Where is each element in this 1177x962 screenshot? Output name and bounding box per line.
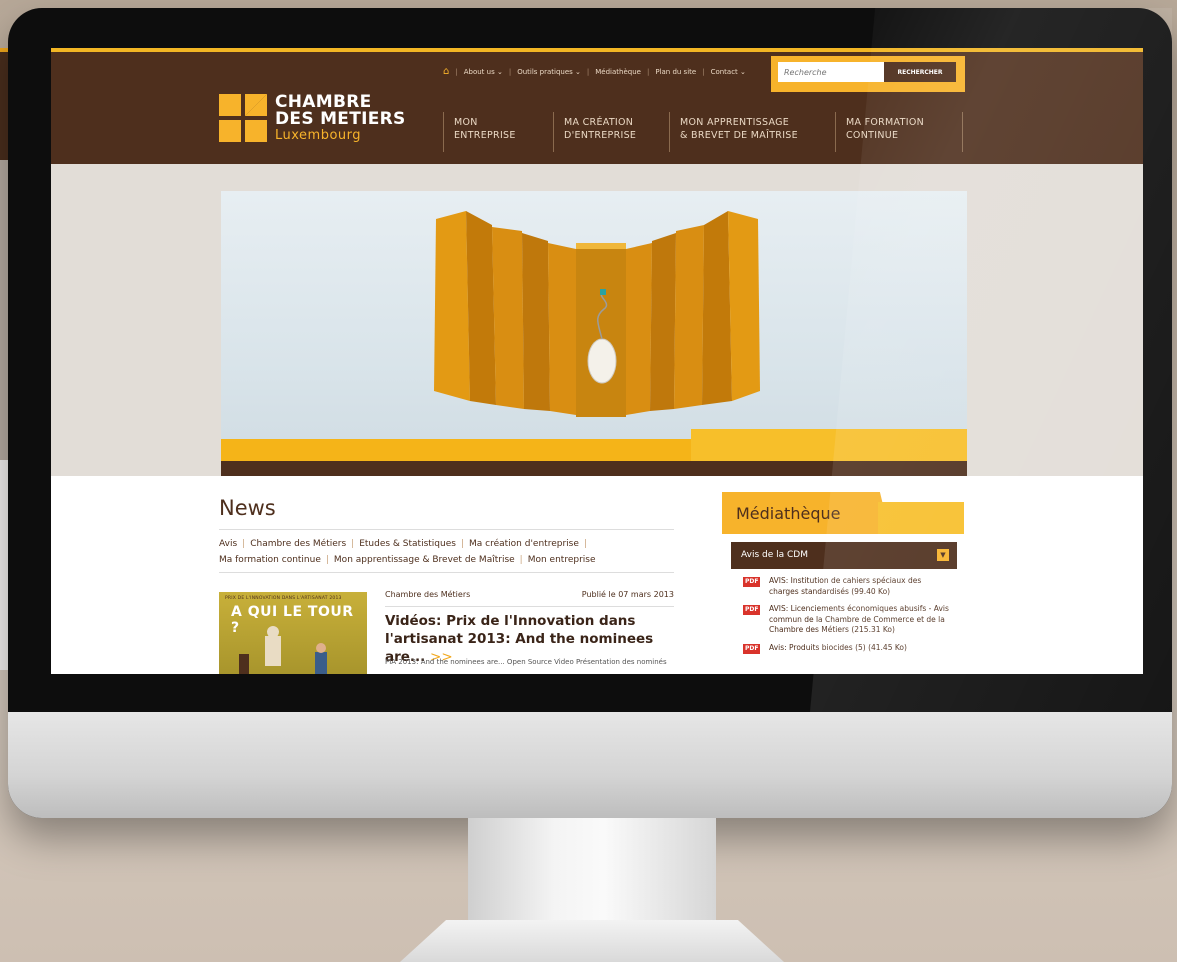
toolbox-illustration: [434, 211, 760, 417]
nav-mon-entreprise[interactable]: MON ENTREPRISE: [443, 112, 553, 152]
pdf-list: PDF AVIS: Institution de cahiers spéciau…: [743, 576, 953, 660]
pdf-icon: PDF: [743, 643, 761, 654]
tag-ma-creation[interactable]: Ma création d'entreprise: [469, 539, 579, 549]
tag-chambre-des-metiers[interactable]: Chambre des Métiers: [250, 539, 346, 549]
chevron-down-icon: ⌄: [575, 67, 581, 76]
news-category-tags: Avis | Chambre des Métiers | Etudes & Statis…: [219, 536, 679, 568]
nav-label-line1: MA CRÉATION: [564, 117, 634, 128]
separator: |: [646, 67, 650, 76]
divider: [219, 529, 674, 530]
mediatheque-heading: Médiathèque: [736, 504, 841, 523]
logo-mark-icon: [219, 94, 267, 142]
home-icon[interactable]: ⌂: [443, 66, 449, 77]
tag-row-1: Avis | Chambre des Métiers | Etudes & Statis…: [219, 536, 679, 552]
logo-line-3: Luxembourg: [275, 128, 362, 143]
logo-text: CHAMBRE DES METIERS Luxembourg: [275, 94, 406, 144]
hero-brown-bar: [221, 461, 967, 477]
nav-label-line2: CONTINUE: [846, 130, 899, 141]
search-input[interactable]: [778, 62, 884, 82]
util-outils-pratiques[interactable]: Outils pratiques ⌄: [517, 68, 581, 76]
chevron-down-icon: ⌄: [740, 67, 746, 76]
util-contact-label: Contact: [710, 67, 738, 76]
nav-label-line2: & BREVET DE MAÎTRISE: [680, 130, 798, 141]
separator: |: [586, 67, 590, 76]
util-outils-label: Outils pratiques: [517, 67, 573, 76]
separator: |: [351, 539, 355, 549]
nav-label-line1: MA FORMATION: [846, 117, 925, 128]
nav-mon-apprentissage[interactable]: MON APPRENTISSAGE & BREVET DE MAÎTRISE: [669, 112, 835, 152]
site-header: CHAMBRE DES METIERS Luxembourg ⌂ | About…: [51, 52, 1143, 164]
hero-banner[interactable]: [221, 191, 967, 477]
pdf-icon: PDF: [743, 605, 761, 615]
article-category[interactable]: Chambre des Métiers: [385, 590, 470, 599]
content-area: News Avis | Chambre des Métiers | Etudes & S…: [51, 476, 1143, 674]
utility-nav: ⌂ | About us ⌄ | Outils pratiques ⌄ | Mé…: [443, 66, 746, 77]
nav-ma-creation[interactable]: MA CRÉATION D'ENTREPRISE: [553, 112, 669, 152]
pdf-icon: PDF: [743, 577, 761, 587]
separator: |: [325, 555, 329, 565]
list-item[interactable]: PDF Avis: Produits biocides (5) (41.45 K…: [743, 643, 953, 654]
tag-mon-entreprise[interactable]: Mon entreprise: [528, 555, 596, 565]
chevron-down-icon: ▼: [937, 549, 949, 561]
divider: [385, 606, 674, 607]
util-plan-du-site[interactable]: Plan du site: [655, 68, 696, 76]
avis-cdm-dropdown[interactable]: Avis de la CDM ▼: [731, 542, 957, 569]
news-heading: News: [219, 496, 276, 520]
tag-row-2: Ma formation continue | Mon apprentissage …: [219, 552, 679, 568]
tag-etudes-statistiques[interactable]: Etudes & Statistiques: [359, 539, 456, 549]
divider: [219, 572, 674, 573]
separator: |: [242, 539, 246, 549]
monitor-stand-base: [400, 920, 784, 962]
tag-avis[interactable]: Avis: [219, 539, 237, 549]
search-box: RECHERCHE R: [771, 56, 965, 92]
nav-label-line1: MON: [454, 117, 478, 128]
nav-label-line2: ENTREPRISE: [454, 130, 516, 141]
avis-cdm-label: Avis de la CDM: [741, 550, 808, 560]
tag-mon-apprentissage[interactable]: Mon apprentissage & Brevet de Maîtrise: [334, 555, 515, 565]
logo-line-2: DES METIERS: [275, 109, 406, 129]
monitor-chin: [8, 712, 1172, 818]
search-button[interactable]: RECHERCHER: [884, 62, 956, 82]
separator: |: [519, 555, 523, 565]
separator: |: [460, 539, 464, 549]
separator: |: [583, 539, 587, 549]
article-date: Publié le 07 mars 2013: [581, 590, 674, 599]
article-meta: Chambre des Métiers Publié le 07 mars 20…: [385, 590, 674, 599]
util-about-us-label: About us: [463, 67, 495, 76]
site-logo[interactable]: CHAMBRE DES METIERS Luxembourg: [219, 94, 406, 143]
chevron-down-icon: ⌄: [496, 67, 503, 76]
article-thumbnail[interactable]: PRIX DE L'INNOVATION DANS L'ARTISANAT 20…: [219, 592, 367, 674]
separator: |: [702, 67, 705, 76]
util-about-us[interactable]: About us ⌄: [464, 68, 503, 76]
pdf-item-text: AVIS: Institution de cahiers spéciaux de…: [769, 576, 922, 596]
nav-ma-formation[interactable]: MA FORMATION CONTINUE: [835, 112, 963, 152]
util-contact[interactable]: Contact ⌄: [711, 68, 746, 76]
monitor-stand: [468, 818, 716, 928]
article-excerpt: PIA 2013: And the nominees are... Open S…: [385, 658, 667, 666]
nav-label-line1: MON APPRENTISSAGE: [680, 117, 790, 128]
pdf-item-text: AVIS: Licenciements économiques abusifs …: [769, 604, 949, 634]
separator: |: [455, 67, 458, 76]
list-item[interactable]: PDF AVIS: Licenciements économiques abus…: [743, 604, 953, 636]
tag-ma-formation[interactable]: Ma formation continue: [219, 555, 321, 565]
main-nav: MON ENTREPRISE MA CRÉATION D'ENTREPRISE …: [443, 112, 963, 152]
util-mediatheque[interactable]: Médiathèque: [595, 68, 641, 76]
hero-yellow-bar-raised: [691, 429, 967, 461]
screen: CHAMBRE DES METIERS Luxembourg ⌂ | About…: [51, 48, 1143, 674]
nav-label-line2: D'ENTREPRISE: [564, 130, 637, 141]
thumbnail-figures-image: [239, 626, 327, 674]
pdf-item-text: Avis: Produits biocides (5) (41.45 Ko): [769, 642, 907, 652]
separator: |: [508, 67, 512, 76]
list-item[interactable]: PDF AVIS: Institution de cahiers spéciau…: [743, 576, 953, 597]
